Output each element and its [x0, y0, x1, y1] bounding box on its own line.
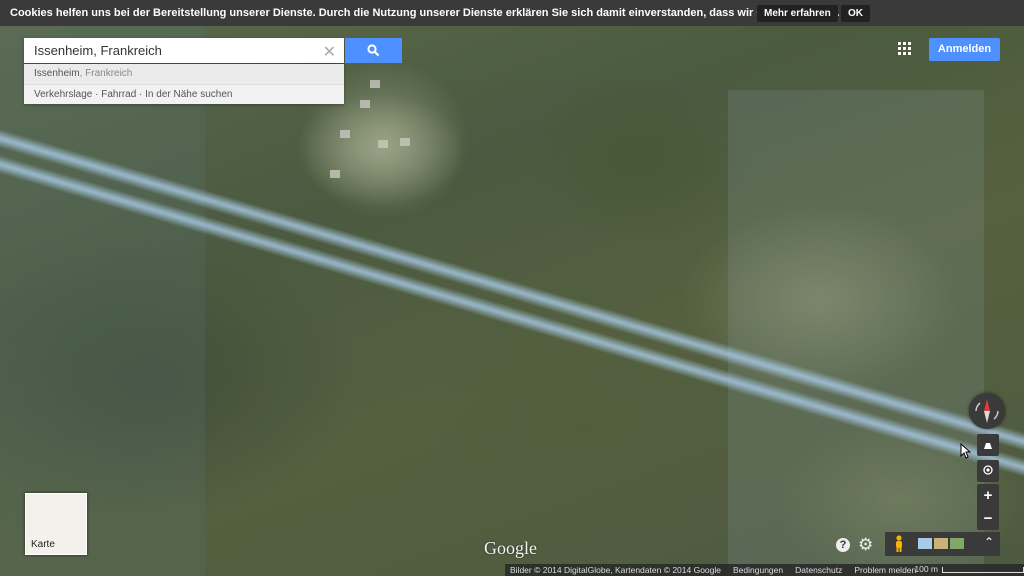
search-box: ✕: [24, 38, 344, 63]
suggestion-place-name: Issenheim: [34, 68, 80, 79]
zoom-control: + −: [977, 484, 999, 530]
building: [370, 80, 380, 88]
more-info-button[interactable]: Mehr erfahren: [757, 5, 838, 22]
compass-control[interactable]: [969, 393, 1005, 429]
privacy-link[interactable]: Datenschutz: [795, 565, 842, 575]
google-logo: Google: [484, 538, 537, 558]
compass-icon: [975, 399, 999, 423]
terms-link[interactable]: Bedingungen: [733, 565, 783, 575]
search-input[interactable]: [34, 43, 314, 58]
imagery-tile: [728, 90, 984, 576]
help-icon[interactable]: ?: [836, 538, 850, 552]
zoom-out-button[interactable]: −: [977, 507, 999, 530]
building: [400, 138, 410, 146]
map-footer: Bilder © 2014 DigitalGlobe, Kartendaten …: [505, 564, 1024, 576]
apps-grid-icon[interactable]: [898, 42, 912, 56]
suggestion-place-sub: , Frankreich: [79, 68, 133, 79]
mouse-cursor-icon: [960, 443, 971, 459]
my-location-button[interactable]: [977, 460, 999, 482]
cookie-message: Cookies helfen uns bei der Bereitstellun…: [10, 7, 840, 19]
layer-toolbar: ⌃: [885, 532, 1000, 556]
building: [330, 170, 340, 178]
attribution: Bilder © 2014 DigitalGlobe, Kartendaten …: [510, 565, 721, 575]
close-icon[interactable]: ✕: [323, 42, 336, 62]
zoom-in-button[interactable]: +: [977, 484, 999, 507]
suggestion-place[interactable]: Issenheim, Frankreich: [24, 64, 344, 85]
layer-thumbnail[interactable]: [934, 538, 948, 549]
tilt-icon: [984, 443, 992, 449]
pegman-icon[interactable]: [894, 535, 904, 553]
map-type-label: Karte: [31, 539, 55, 550]
search-button[interactable]: [345, 38, 402, 63]
search-icon: [367, 44, 380, 57]
scale-label: 100 m: [914, 564, 938, 574]
layer-thumbnail[interactable]: [918, 538, 932, 549]
report-problem-link[interactable]: Problem melden: [854, 565, 916, 575]
search-suggestions: Issenheim, Frankreich Verkehrslage · Fah…: [24, 64, 344, 104]
layer-thumbnail[interactable]: [950, 538, 964, 549]
scale-bar: [942, 567, 1024, 573]
building: [340, 130, 350, 138]
chevron-up-icon[interactable]: ⌃: [984, 535, 994, 549]
building: [360, 100, 370, 108]
tilt-button[interactable]: [977, 434, 999, 456]
cookie-ok-button[interactable]: OK: [841, 5, 870, 22]
my-location-icon: [983, 465, 993, 475]
map-type-toggle[interactable]: Karte: [25, 493, 87, 555]
cookie-notice: Cookies helfen uns bei der Bereitstellun…: [0, 0, 1024, 26]
suggestion-actions[interactable]: Verkehrslage · Fahrrad · In der Nähe suc…: [24, 85, 344, 105]
sign-in-button[interactable]: Anmelden: [929, 38, 1000, 61]
building: [378, 140, 388, 148]
gear-icon[interactable]: ⚙: [858, 535, 873, 555]
